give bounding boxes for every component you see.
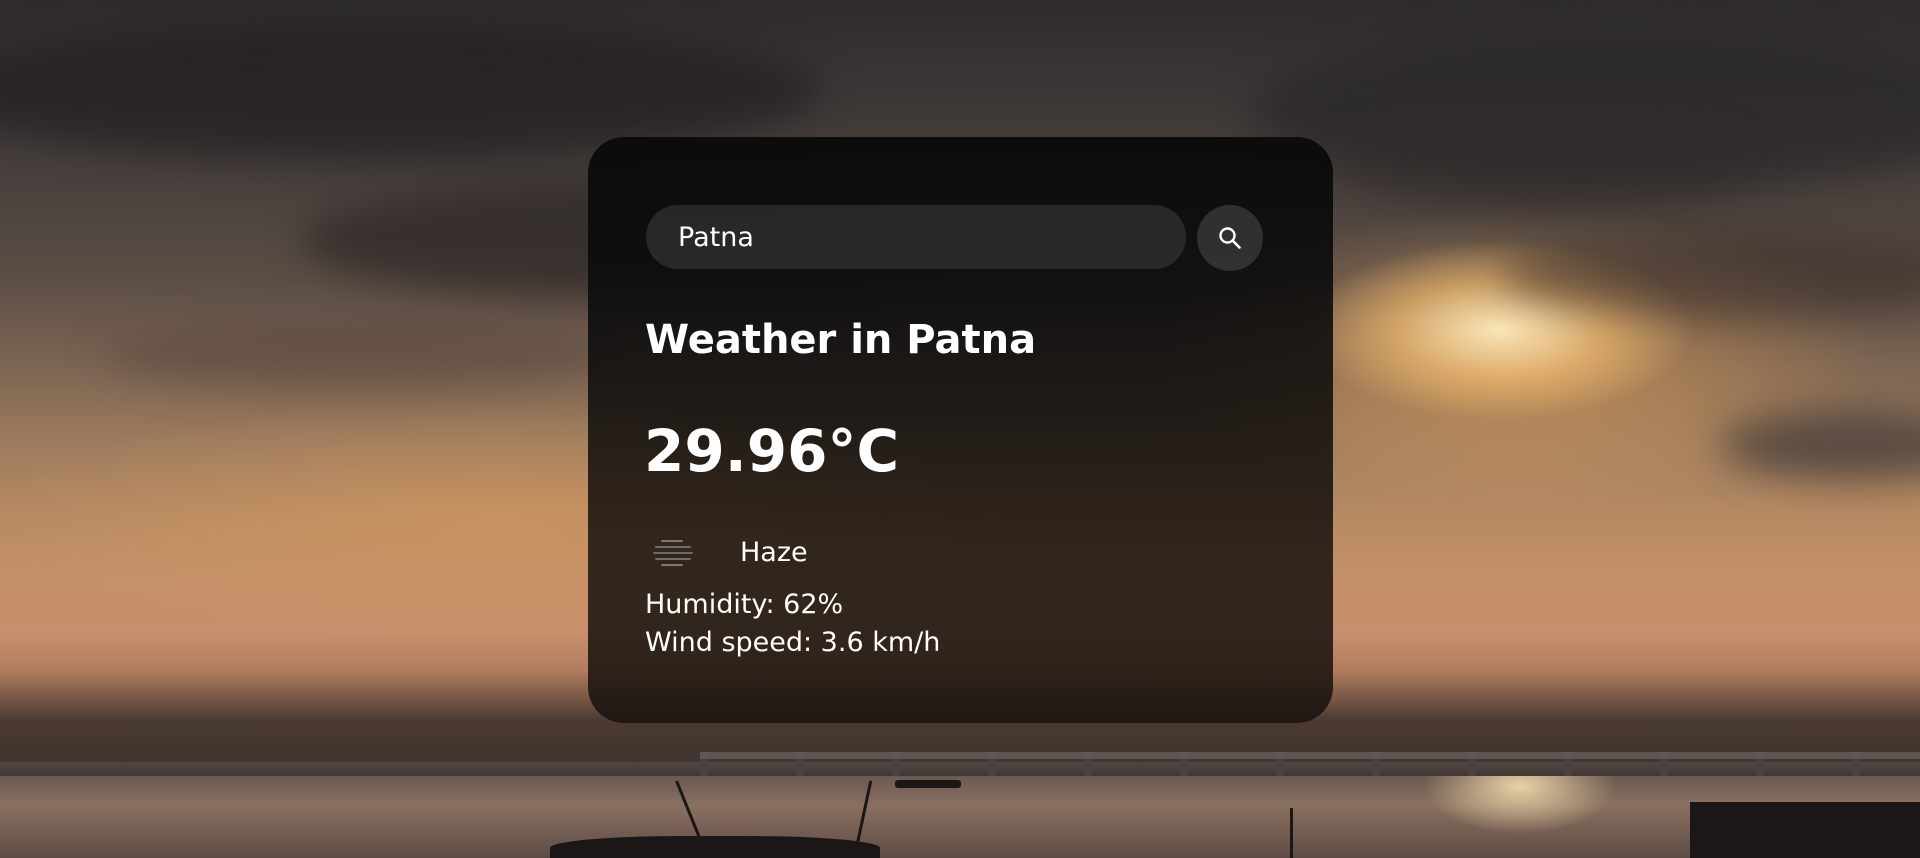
boat — [1690, 802, 1920, 858]
weather-card: Weather in Patna 29.96°C Haze Humidity: … — [588, 137, 1333, 723]
search-input[interactable] — [646, 205, 1186, 269]
humidity-text: Humidity: 62% — [645, 589, 844, 620]
wind-speed-text: Wind speed: 3.6 km/h — [645, 627, 941, 658]
cloud — [1720, 410, 1920, 480]
cloud — [1500, 230, 1920, 320]
search-icon — [1217, 225, 1243, 251]
search-bar — [646, 205, 1266, 271]
haze-icon — [648, 529, 698, 575]
weather-title: Weather in Patna — [645, 317, 1037, 363]
sun-reflection — [1400, 776, 1640, 858]
cloud — [1330, 120, 1750, 210]
bridge-deck — [700, 752, 1920, 759]
temperature: 29.96°C — [644, 417, 900, 485]
boat — [895, 780, 961, 788]
search-button[interactable] — [1197, 205, 1263, 271]
cloud — [100, 320, 620, 390]
condition-label: Haze — [740, 536, 808, 568]
mast — [1290, 808, 1293, 858]
boat — [550, 836, 880, 858]
condition-row: Haze — [648, 529, 808, 575]
